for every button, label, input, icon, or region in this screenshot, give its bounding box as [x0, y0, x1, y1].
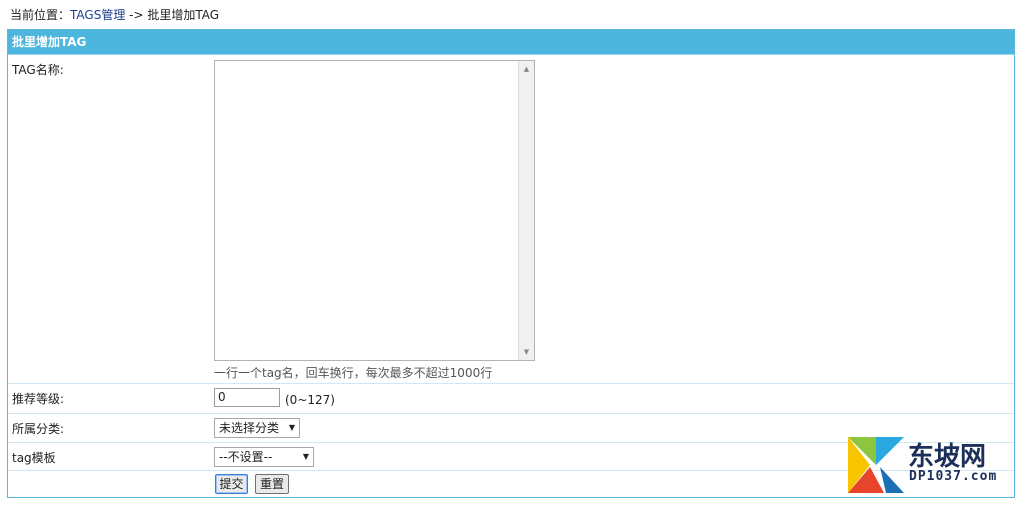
level-input[interactable]: 0	[214, 388, 280, 407]
template-label: tag模板	[12, 451, 56, 465]
template-selected: --不设置--	[219, 450, 273, 464]
category-select[interactable]: 未选择分类 ▼	[214, 418, 300, 438]
tag-name-row: TAG名称: ▲ ▼ 一行一个tag名，回车换行，每次最多不超过1000行	[8, 55, 1014, 384]
scroll-down-icon[interactable]: ▼	[519, 344, 534, 360]
breadcrumb: 当前位置：TAGS管理 -> 批里增加TAG	[10, 7, 219, 23]
template-select[interactable]: --不设置-- ▼	[214, 447, 314, 467]
textarea-scrollbar[interactable]: ▲ ▼	[518, 61, 534, 360]
reset-button[interactable]: 重置	[255, 474, 289, 494]
breadcrumb-prefix: 当前位置：	[10, 8, 71, 22]
breadcrumb-link-tags[interactable]: TAGS管理	[70, 8, 125, 22]
tag-name-label: TAG名称:	[12, 63, 64, 77]
category-label: 所属分类:	[12, 422, 65, 436]
batch-add-tag-panel: 批里增加TAG TAG名称: ▲ ▼ 一行一个tag名，回车换行，每次最多不超过…	[7, 29, 1015, 498]
panel-title: 批里增加TAG	[8, 30, 1014, 55]
breadcrumb-separator: ->	[125, 8, 148, 22]
tag-name-hint: 一行一个tag名，回车换行，每次最多不超过1000行	[214, 366, 493, 380]
submit-button[interactable]: 提交	[215, 474, 248, 494]
chevron-down-icon: ▼	[288, 423, 295, 432]
level-label: 推荐等级:	[12, 392, 65, 406]
watermark-subtitle: DP1037.com	[909, 469, 998, 484]
chevron-down-icon: ▼	[302, 452, 309, 461]
level-row: 推荐等级: 0 (0~127)	[8, 384, 1014, 414]
category-selected: 未选择分类	[219, 421, 280, 435]
breadcrumb-current: 批里增加TAG	[147, 8, 220, 22]
level-range: (0~127)	[285, 393, 335, 407]
watermark-title: 东坡网	[908, 442, 987, 472]
tag-name-textarea[interactable]: ▲ ▼	[214, 60, 535, 361]
scroll-up-icon[interactable]: ▲	[519, 61, 534, 77]
